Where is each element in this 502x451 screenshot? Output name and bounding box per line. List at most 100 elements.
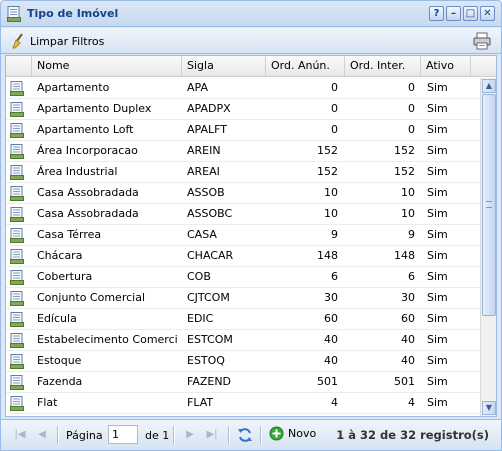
cell-ativo: Sim [427, 207, 448, 220]
printer-icon[interactable] [473, 32, 491, 50]
table-row[interactable]: Casa Térrea CASA 9 9 Sim [6, 225, 480, 246]
prev-page-icon[interactable]: ◀ [35, 428, 49, 442]
cell-nome: Área Incorporacao [37, 144, 138, 157]
cell-ord-anun: 0 [331, 123, 338, 136]
header-ord-anun[interactable]: Ord. Anún. [266, 56, 345, 77]
table-row[interactable]: Fazenda FAZEND 501 501 Sim [6, 372, 480, 393]
table-row[interactable]: Estabelecimento Comercial ESTCOM 40 40 Sim [6, 330, 480, 351]
cell-ord-anun: 152 [317, 144, 338, 157]
edit-record-icon[interactable] [10, 186, 24, 201]
last-page-icon[interactable]: ▶| [205, 428, 219, 442]
cell-sigla: ASSOBC [187, 207, 233, 220]
table-row[interactable]: Apartamento APA 0 0 Sim [6, 78, 480, 99]
page-total-label: de 1 [145, 429, 170, 442]
cell-nome: Chácara [37, 249, 83, 262]
cell-sigla: ESTOQ [187, 354, 225, 367]
next-page-icon[interactable]: ▶ [183, 428, 197, 442]
cell-nome: Fazenda [37, 375, 83, 388]
cell-nome: Casa Térrea [37, 228, 102, 241]
cell-ord-anun: 501 [317, 375, 338, 388]
cell-ord-anun: 9 [331, 228, 338, 241]
window-titlebar[interactable]: Tipo de Imóvel ? – □ ✕ [1, 1, 501, 27]
table-row[interactable]: Casa Assobradada ASSOBC 10 10 Sim [6, 204, 480, 225]
tipo-imovel-window: Tipo de Imóvel ? – □ ✕ Limpar Filtros No… [0, 0, 502, 451]
edit-record-icon[interactable] [10, 333, 24, 348]
cell-ord-inter: 4 [408, 396, 415, 409]
edit-record-icon[interactable] [10, 207, 24, 222]
cell-ord-inter: 152 [394, 165, 415, 178]
edit-record-icon[interactable] [10, 375, 24, 390]
cell-sigla: APALFT [187, 123, 227, 136]
table-row[interactable]: Chácara CHACAR 148 148 Sim [6, 246, 480, 267]
cell-sigla: AREIN [187, 144, 221, 157]
cell-sigla: APA [187, 81, 208, 94]
table-row[interactable]: Estoque ESTOQ 40 40 Sim [6, 351, 480, 372]
table-row[interactable]: Conjunto Comercial CJTCOM 30 30 Sim [6, 288, 480, 309]
clear-filters-button[interactable]: Limpar Filtros [11, 33, 104, 49]
edit-record-icon[interactable] [10, 312, 24, 327]
edit-record-icon[interactable] [10, 228, 24, 243]
edit-record-icon[interactable] [10, 354, 24, 369]
pager-separator [173, 426, 175, 444]
cell-ord-inter: 10 [401, 186, 415, 199]
table-row[interactable]: Flat FLAT 4 4 Sim [6, 393, 480, 414]
cell-ord-anun: 152 [317, 165, 338, 178]
edit-record-icon[interactable] [10, 270, 24, 285]
table-row[interactable]: Edícula EDIC 60 60 Sim [6, 309, 480, 330]
cell-ativo: Sim [427, 375, 448, 388]
cell-ativo: Sim [427, 354, 448, 367]
header-sigla[interactable]: Sigla [182, 56, 266, 77]
header-nome[interactable]: Nome [32, 56, 182, 77]
edit-record-icon[interactable] [10, 396, 24, 411]
table-row[interactable]: Casa Assobradada ASSOB 10 10 Sim [6, 183, 480, 204]
edit-record-icon[interactable] [10, 291, 24, 306]
new-record-button[interactable]: Novo [269, 426, 316, 441]
cell-nome: Casa Assobradada [37, 186, 139, 199]
cell-ord-anun: 148 [317, 249, 338, 262]
table-row[interactable]: Área Incorporacao AREIN 152 152 Sim [6, 141, 480, 162]
cell-ativo: Sim [427, 396, 448, 409]
edit-record-icon[interactable] [10, 249, 24, 264]
table-row[interactable]: Cobertura COB 6 6 Sim [6, 267, 480, 288]
cell-ativo: Sim [427, 228, 448, 241]
cell-sigla: ESTCOM [187, 333, 233, 346]
form-icon [7, 6, 21, 22]
minimize-button[interactable]: – [446, 6, 461, 21]
edit-record-icon[interactable] [10, 123, 24, 138]
cell-nome: Apartamento [37, 81, 110, 94]
edit-record-icon[interactable] [10, 102, 24, 117]
cell-sigla: COB [187, 270, 211, 283]
cell-ord-anun: 40 [324, 354, 338, 367]
cell-ord-inter: 0 [408, 123, 415, 136]
vertical-scrollbar[interactable]: ▲ ▼ [480, 78, 496, 416]
cell-sigla: ASSOB [187, 186, 225, 199]
cell-ativo: Sim [427, 144, 448, 157]
header-ord-inter[interactable]: Ord. Inter. [345, 56, 421, 77]
table-row[interactable]: Apartamento Duplex APADPX 0 0 Sim [6, 99, 480, 120]
scroll-thumb[interactable] [482, 94, 496, 316]
scroll-up-icon[interactable]: ▲ [482, 79, 496, 93]
help-button[interactable]: ? [429, 6, 444, 21]
close-button[interactable]: ✕ [480, 6, 495, 21]
cell-ativo: Sim [427, 291, 448, 304]
table-row[interactable]: Área Industrial AREAI 152 152 Sim [6, 162, 480, 183]
cell-ativo: Sim [427, 270, 448, 283]
page-number-input[interactable] [108, 425, 138, 444]
cell-ord-anun: 10 [324, 186, 338, 199]
header-ativo[interactable]: Ativo [421, 56, 471, 77]
cell-ativo: Sim [427, 102, 448, 115]
edit-record-icon[interactable] [10, 144, 24, 159]
refresh-icon[interactable] [237, 427, 253, 443]
maximize-button[interactable]: □ [463, 6, 478, 21]
edit-record-icon[interactable] [10, 81, 24, 96]
cell-ord-anun: 6 [331, 270, 338, 283]
scroll-down-icon[interactable]: ▼ [482, 401, 496, 415]
edit-record-icon[interactable] [10, 165, 24, 180]
cell-nome: Flat [37, 396, 58, 409]
grid-header: Nome Sigla Ord. Anún. Ord. Inter. Ativo [6, 56, 496, 77]
first-page-icon[interactable]: |◀ [13, 428, 27, 442]
table-row[interactable]: Apartamento Loft APALFT 0 0 Sim [6, 120, 480, 141]
record-count: 1 à 32 de 32 registro(s) [336, 428, 489, 442]
cell-ativo: Sim [427, 249, 448, 262]
cell-sigla: CHACAR [187, 249, 234, 262]
